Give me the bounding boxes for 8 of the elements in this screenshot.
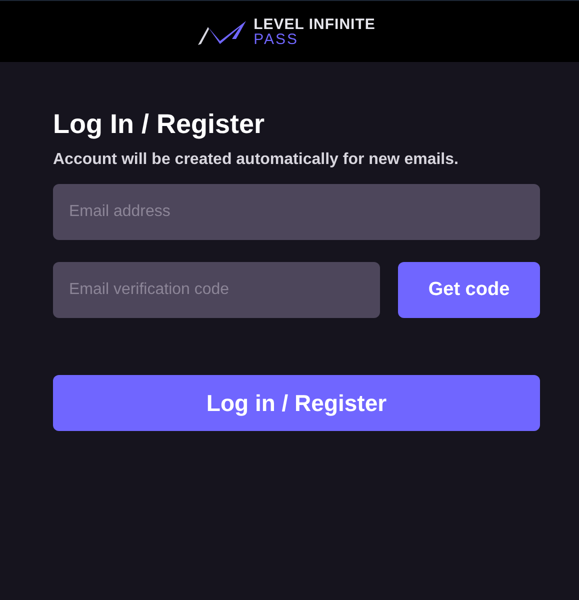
get-code-button[interactable]: Get code [398, 262, 540, 318]
email-field[interactable]: Email address [53, 184, 540, 240]
logo-subtext: PASS [254, 32, 300, 46]
form-subtitle: Account will be created automatically for new emails. [53, 150, 460, 170]
verification-code-field[interactable]: Email verification code [53, 262, 380, 318]
form-title: Log In / Register [53, 108, 266, 141]
logo-text: LEVEL INFINITE [254, 16, 376, 32]
login-register-button[interactable]: Log in / Register [53, 375, 540, 431]
